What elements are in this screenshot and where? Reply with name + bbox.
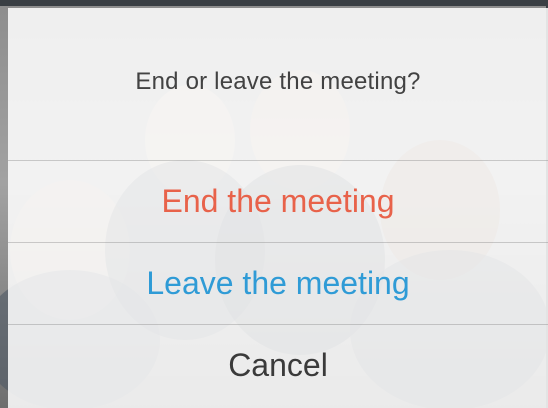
end-meeting-dialog: End or leave the meeting? End the meetin… [8,8,548,408]
meeting-screen: End or leave the meeting? End the meetin… [0,0,548,408]
leave-meeting-button[interactable]: Leave the meeting [8,243,548,325]
dialog-title: End or leave the meeting? [135,68,421,95]
window-top-edge [0,0,548,6]
cancel-button[interactable]: Cancel [8,325,548,406]
dialog-header: End or leave the meeting? [8,8,548,161]
end-meeting-button[interactable]: End the meeting [8,161,548,243]
